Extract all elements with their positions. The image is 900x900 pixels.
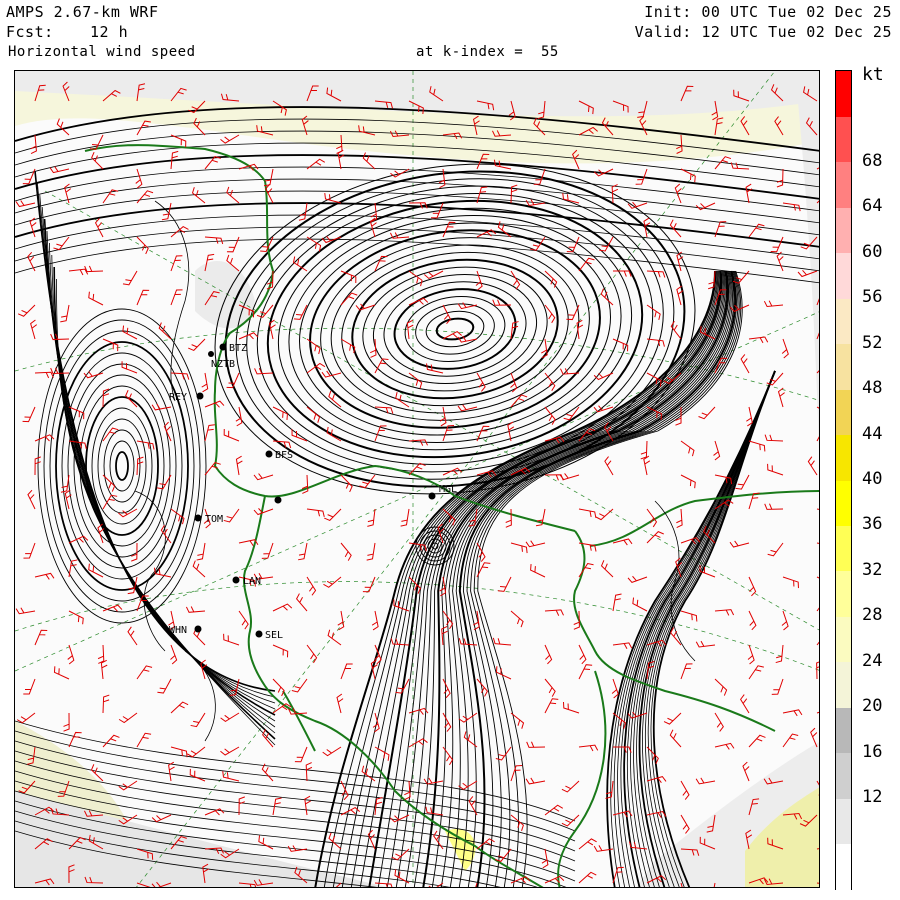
colorbar-segment	[836, 434, 851, 481]
station-sel[interactable]: SEL	[255, 630, 284, 641]
colorbar-tick-label: 48	[862, 378, 883, 399]
streamlines	[15, 106, 819, 887]
colorbar-tick-label: 16	[862, 741, 883, 762]
wind-barbs	[15, 81, 819, 887]
colorbar-segment	[836, 161, 851, 208]
colorbar-segment	[836, 343, 851, 390]
station-tom[interactable]: TOM	[194, 514, 224, 525]
level-index: at k-index = 55	[416, 44, 559, 60]
colorbar-segment	[836, 570, 851, 617]
colorbar-segment	[836, 116, 851, 163]
colorbar-segment	[836, 843, 851, 890]
colorbar-tick-label: 28	[862, 605, 883, 626]
svg-text:BTZ: BTZ	[229, 343, 247, 354]
unlabeled-station-dot	[274, 496, 282, 504]
colorbar-segment	[836, 707, 851, 754]
colorbar-segment	[836, 207, 851, 254]
svg-text:MGL: MGL	[439, 484, 457, 495]
colorbar-tick-label: 12	[862, 787, 883, 808]
colorbar-segment	[836, 298, 851, 345]
colorbar-tick-label: 24	[862, 650, 883, 671]
svg-text:TOM: TOM	[205, 514, 223, 525]
colorbar-tick-label: 20	[862, 696, 883, 717]
colorbar-segment	[836, 389, 851, 436]
svg-text:SEL: SEL	[265, 630, 283, 641]
colorbar-tick-label: 64	[862, 196, 883, 217]
colorbar-tick-label: 52	[862, 332, 883, 353]
colorbar-segment	[836, 480, 851, 526]
svg-text:BFS: BFS	[275, 450, 293, 461]
colorbar-tick-label: 60	[862, 241, 883, 262]
svg-text:REY: REY	[169, 392, 187, 403]
forecast-label: Fcst:	[6, 23, 54, 41]
svg-text:WHN: WHN	[169, 625, 187, 636]
colorbar-segment	[836, 71, 851, 117]
forecast-hour: 12 h	[90, 23, 129, 41]
colorbar-tick-label: 40	[862, 469, 883, 489]
init-time: Init: 00 UTC Tue 02 Dec 25	[644, 3, 892, 21]
colorbar-tick-label: 32	[862, 559, 883, 580]
station-bfs[interactable]: BFS	[265, 450, 294, 461]
colorbar-segment	[836, 252, 851, 299]
model-title: AMPS 2.67-km WRF	[6, 3, 159, 21]
colorbar-segment	[836, 616, 851, 663]
svg-text:LAN: LAN	[243, 576, 261, 587]
colorbar-segment	[836, 661, 851, 708]
wind-speed-shading	[15, 71, 819, 887]
colorbar-tick-label: 56	[862, 287, 883, 308]
colorbar-tick-label: 68	[862, 150, 883, 171]
colorbar-tick-label: 44	[862, 423, 883, 444]
map-canvas: BTZ NZTB REY BFS TOM LAN WHN SEL MGL	[15, 71, 819, 887]
graticule-lines	[15, 71, 819, 887]
map-panel[interactable]: BTZ NZTB REY BFS TOM LAN WHN SEL MGL	[14, 70, 820, 888]
svg-text:NZTB: NZTB	[211, 359, 235, 370]
station-btz[interactable]: BTZ	[219, 343, 248, 354]
valid-time: Valid: 12 UTC Tue 02 Dec 25	[634, 23, 892, 41]
station-lan[interactable]: LAN	[232, 576, 262, 587]
colorbar-segment	[836, 798, 851, 845]
colorbar-segment	[836, 752, 851, 799]
colorbar-unit: kt	[862, 64, 884, 85]
colorbar-tick-label: 36	[862, 514, 883, 535]
field-name: Horizontal wind speed	[8, 44, 196, 60]
speed-colorbar	[835, 70, 852, 890]
colorbar-segment	[836, 525, 851, 572]
station-whn[interactable]: WHN	[169, 625, 202, 636]
